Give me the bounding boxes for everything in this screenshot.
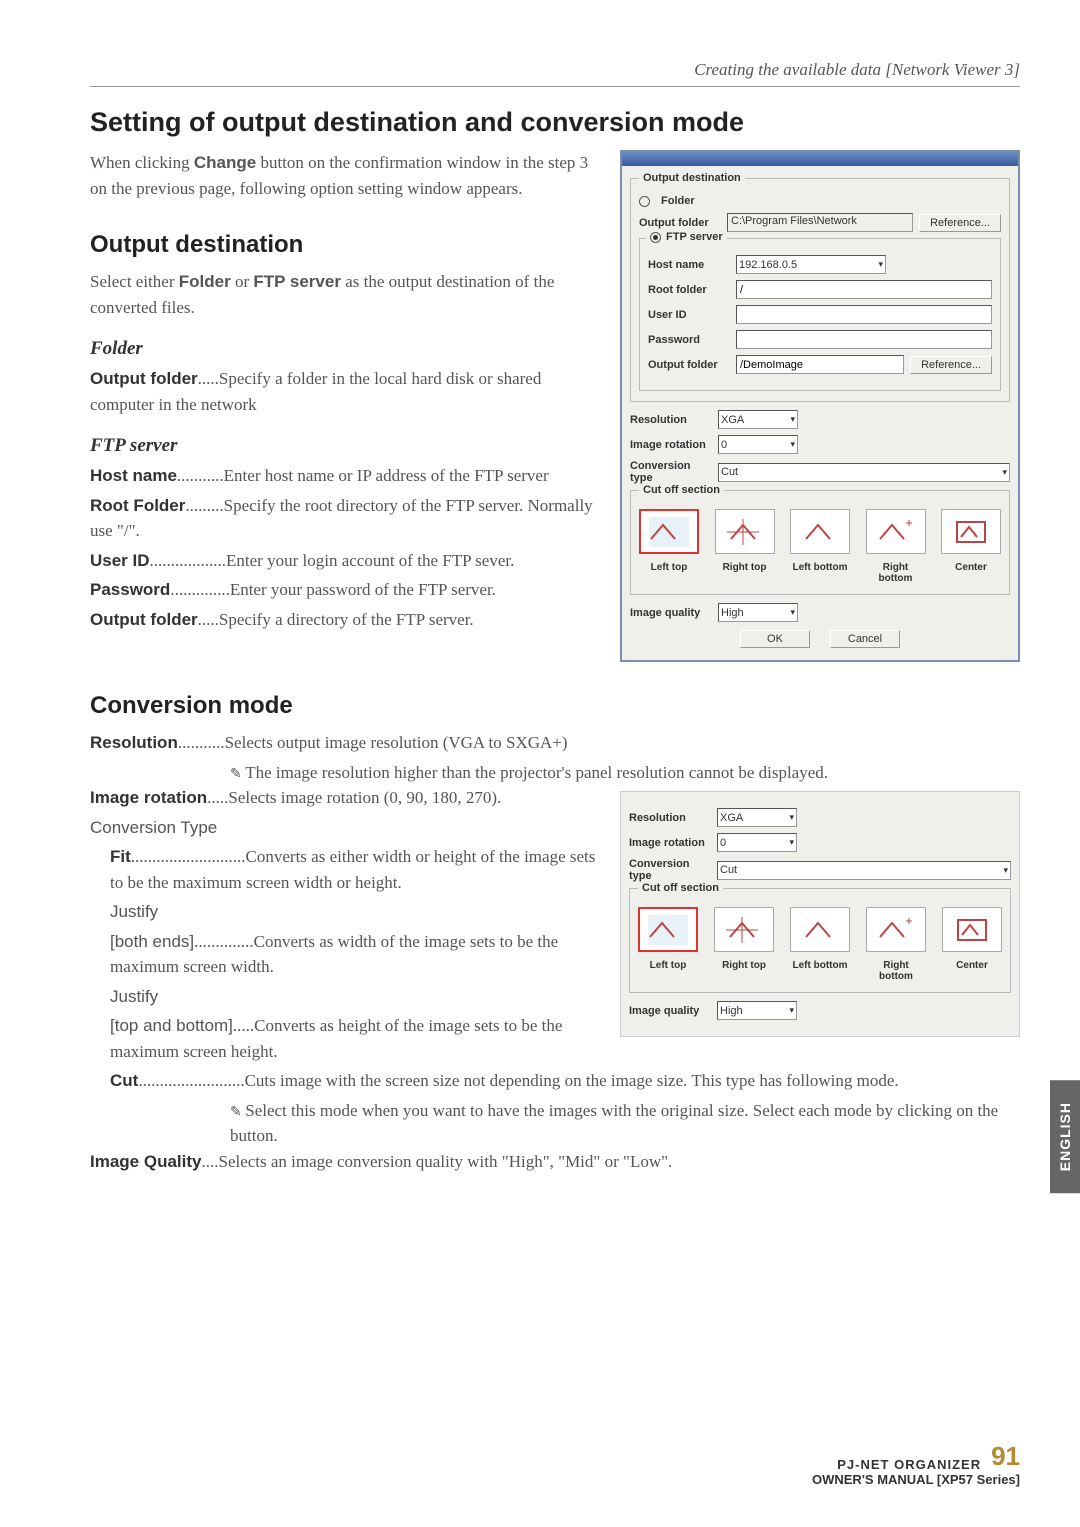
fieldset-out-dest: Output destination Folder Output folderC… bbox=[630, 178, 1010, 402]
def-fit: Fit...........................Converts a… bbox=[90, 844, 600, 895]
lbl-out-folder: Output folder bbox=[639, 217, 721, 229]
inp-out-folder[interactable]: C:\Program Files\Network bbox=[727, 213, 913, 232]
inp-out2[interactable] bbox=[736, 355, 904, 374]
sel-iq2[interactable]: High bbox=[717, 1001, 797, 1020]
sel-ct2[interactable]: Cut bbox=[717, 861, 1011, 880]
btn-cancel[interactable]: Cancel bbox=[830, 630, 900, 648]
btn-ok[interactable]: OK bbox=[740, 630, 810, 648]
lbl-out2: Output folder bbox=[648, 359, 730, 371]
legend-od: Output destination bbox=[639, 172, 745, 184]
sel-host[interactable]: 192.168.0.5 bbox=[736, 255, 886, 274]
def-password: Password..............Enter your passwor… bbox=[90, 577, 600, 603]
thumb-labels2: Left topRight topLeft bottomRight bottom… bbox=[638, 960, 1002, 982]
radio-ftp-label: FTP server bbox=[666, 231, 723, 243]
btn-reference1[interactable]: Reference... bbox=[919, 214, 1001, 232]
def-justify2: Justify bbox=[90, 984, 600, 1010]
lbl-ct2: Conversion type bbox=[629, 858, 711, 882]
thumb-right-bottom[interactable] bbox=[866, 509, 926, 554]
lbl-ir: Image rotation bbox=[630, 439, 712, 451]
fieldset-cutoff: Cut off section Left topRight topLeft bo… bbox=[630, 490, 1010, 595]
subsection-folder: Folder bbox=[90, 338, 600, 360]
def-host-name: Host name...........Enter host name or I… bbox=[90, 463, 600, 489]
inp-pass[interactable] bbox=[736, 330, 992, 349]
thumb2-right-bottom[interactable] bbox=[866, 907, 926, 952]
def-conv-type: Conversion Type bbox=[90, 815, 600, 841]
lbl-res: Resolution bbox=[630, 414, 712, 426]
page-number: 91 bbox=[991, 1441, 1020, 1472]
def-output-folder: Output folder.....Specify a folder in th… bbox=[90, 366, 600, 417]
output-dest-desc: Select either Folder or FTP server as th… bbox=[90, 269, 600, 320]
lbl-pass: Password bbox=[648, 334, 730, 346]
def-output-folder2: Output folder.....Specify a directory of… bbox=[90, 607, 600, 633]
note-cut: ✎ Select this mode when you want to have… bbox=[90, 1098, 1020, 1149]
sel-res[interactable]: XGA bbox=[718, 410, 798, 429]
radio-folder-label: Folder bbox=[661, 195, 695, 207]
thumb2-left-bottom[interactable] bbox=[790, 907, 850, 952]
legend-cutoff: Cut off section bbox=[639, 484, 724, 496]
radio-folder-row: Folder bbox=[639, 195, 1001, 207]
fieldset-cutoff2: Cut off section Left topRight topLeft bo… bbox=[629, 888, 1011, 993]
def-user-id: User ID..................Enter your logi… bbox=[90, 548, 600, 574]
legend-cutoff2: Cut off section bbox=[638, 882, 723, 894]
thumb-center[interactable] bbox=[941, 509, 1001, 554]
note-resolution: ✎ The image resolution higher than the p… bbox=[90, 760, 1020, 786]
thumb-left-top[interactable] bbox=[639, 509, 699, 554]
thumb-labels: Left topRight topLeft bottomRight bottom… bbox=[639, 562, 1001, 584]
language-tab: ENGLISH bbox=[1050, 1080, 1080, 1193]
def-resolution: Resolution...........Selects output imag… bbox=[90, 730, 1020, 756]
def-cut: Cut.........................Cuts image w… bbox=[90, 1068, 1020, 1094]
lbl-user: User ID bbox=[648, 309, 730, 321]
fieldset-ftp: FTP server Host name192.168.0.5 Root fol… bbox=[639, 238, 1001, 391]
lbl-res2: Resolution bbox=[629, 812, 711, 824]
radio-folder[interactable] bbox=[639, 196, 650, 207]
page-header: Creating the available data [Network Vie… bbox=[90, 60, 1020, 87]
sel-res2[interactable]: XGA bbox=[717, 808, 797, 827]
lbl-iq2: Image quality bbox=[629, 1005, 711, 1017]
hand-icon: ✎ bbox=[230, 767, 245, 782]
subsection-ftp: FTP server bbox=[90, 435, 600, 457]
lbl-ct: Conversion type bbox=[630, 460, 712, 484]
intro-text: When clicking Change button on the confi… bbox=[90, 150, 600, 201]
hand-icon2: ✎ bbox=[230, 1105, 245, 1120]
sel-ct[interactable]: Cut bbox=[718, 463, 1010, 482]
dialog-output: Output destination Folder Output folder C… bbox=[620, 150, 1020, 662]
inp-root[interactable] bbox=[736, 280, 992, 299]
section-output-dest: Output destination bbox=[90, 231, 600, 259]
lbl-ir2: Image rotation bbox=[629, 837, 711, 849]
header-text: Creating the available data [Network Vie… bbox=[694, 60, 1020, 80]
titlebar[interactable] bbox=[622, 152, 1018, 166]
thumb2-center[interactable] bbox=[942, 907, 1002, 952]
def-justify1: Justify bbox=[90, 899, 600, 925]
btn-reference2[interactable]: Reference... bbox=[910, 356, 992, 374]
def-top-bottom: [top and bottom].....Converts as height … bbox=[90, 1013, 600, 1064]
def-root-folder: Root Folder.........Specify the root dir… bbox=[90, 493, 600, 544]
sel-ir2[interactable]: 0 bbox=[717, 833, 797, 852]
footer-title2: OWNER'S MANUAL [XP57 Series] bbox=[812, 1472, 1020, 1487]
thumb2-left-top[interactable] bbox=[638, 907, 698, 952]
def-both-ends: [both ends]..............Converts as wid… bbox=[90, 929, 600, 980]
radio-ftp[interactable] bbox=[650, 232, 661, 243]
sel-ir[interactable]: 0 bbox=[718, 435, 798, 454]
main-heading: Setting of output destination and conver… bbox=[90, 107, 1020, 138]
thumb-left-bottom[interactable] bbox=[790, 509, 850, 554]
footer: PJ-NET ORGANIZER 91 OWNER'S MANUAL [XP57 … bbox=[812, 1441, 1020, 1487]
thumb-right-top[interactable] bbox=[715, 509, 775, 554]
inp-user[interactable] bbox=[736, 305, 992, 324]
thumb2-right-top[interactable] bbox=[714, 907, 774, 952]
sel-iq[interactable]: High bbox=[718, 603, 798, 622]
radio-ftp-wrap: FTP server bbox=[646, 231, 727, 243]
section-conversion: Conversion mode bbox=[90, 692, 1020, 720]
footer-title1: PJ-NET ORGANIZER bbox=[837, 1457, 981, 1472]
def-quality: Image Quality....Selects an image conver… bbox=[90, 1149, 1020, 1175]
lbl-host: Host name bbox=[648, 259, 730, 271]
panel-conversion: Resolution XGA Image rotation 0 Conversion… bbox=[620, 791, 1020, 1037]
lbl-iq: Image quality bbox=[630, 607, 712, 619]
def-rotation: Image rotation.....Selects image rotatio… bbox=[90, 785, 600, 811]
lbl-root: Root folder bbox=[648, 284, 730, 296]
